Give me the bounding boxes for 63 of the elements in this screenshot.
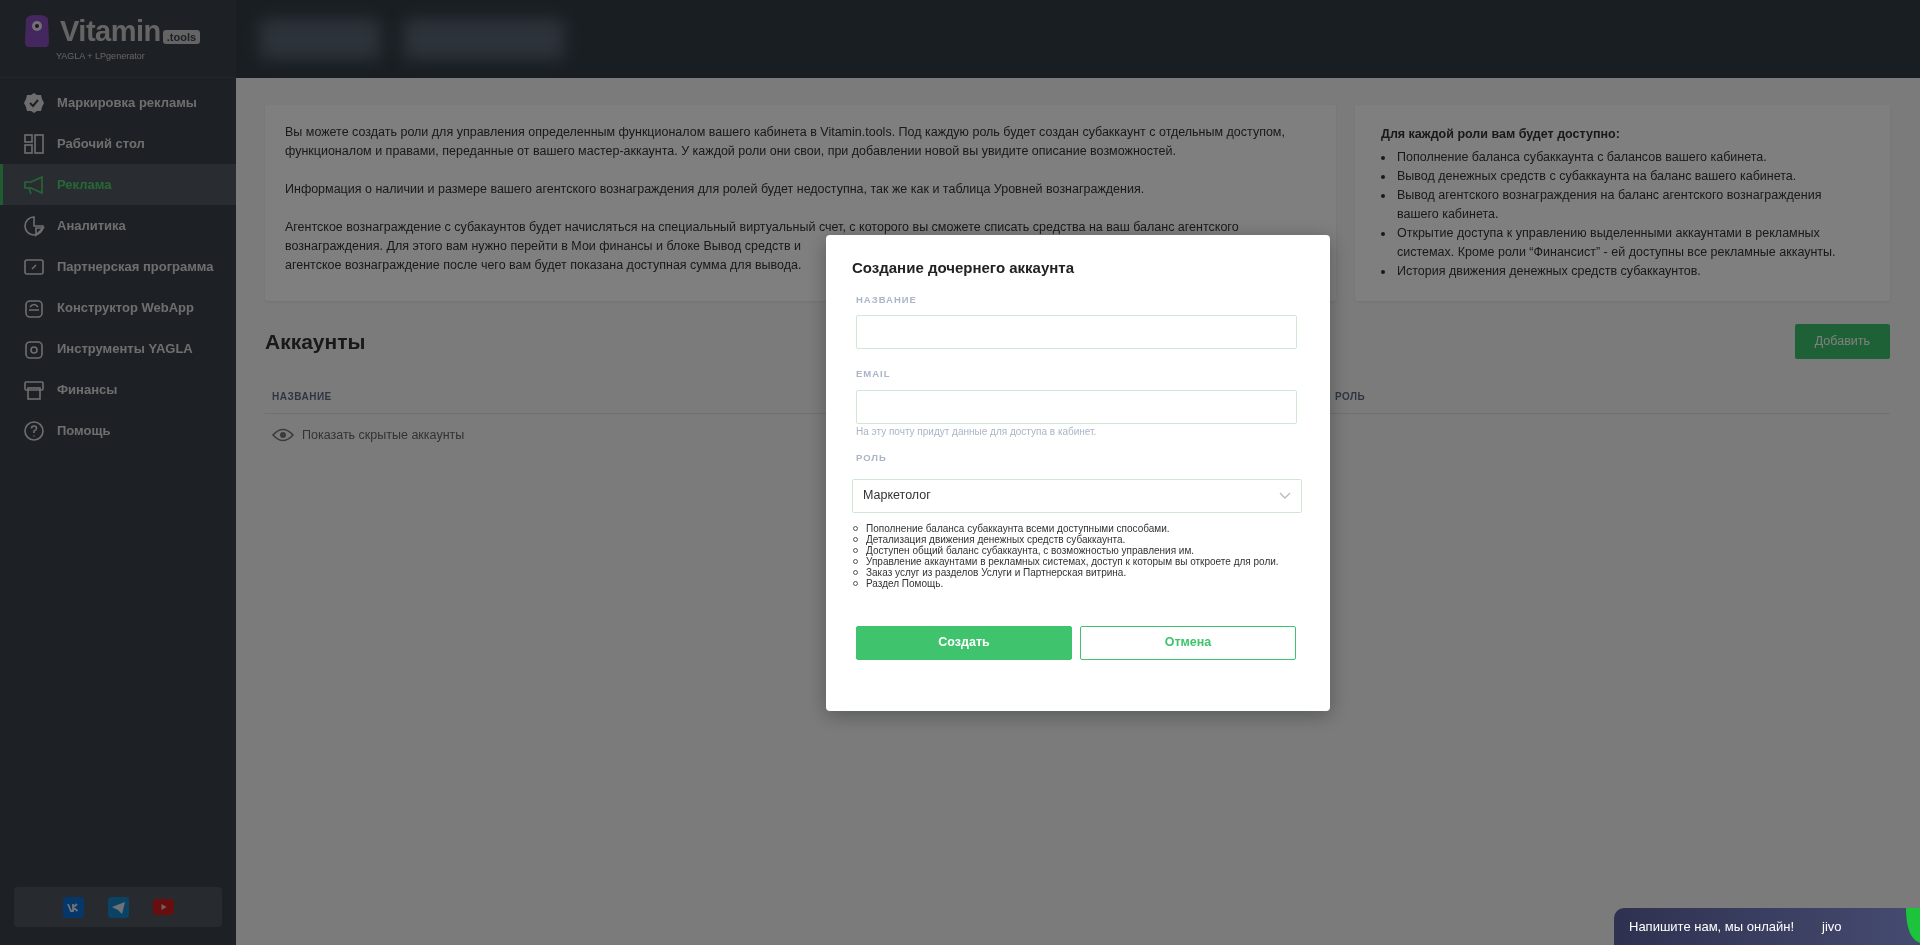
printer-icon [23, 378, 45, 401]
badge-check-icon [23, 91, 45, 114]
role-feature: Пополнение баланса субаккаунта всеми доступными способами. [866, 522, 1170, 534]
field-label: РОЛЬ [856, 450, 888, 465]
role-benefit: Пополнение баланса субаккаунта с балансов вашего кабинета. [1397, 149, 1768, 166]
info-paragraph: агентское вознаграждение после чего вам будет показана доступная сумма для вывода. [285, 257, 802, 274]
cancel-button[interactable]: Отмена [1080, 625, 1296, 660]
role-benefit: Открытие доступа к управлению выделенными аккаунтами в рекламных системах. Кроме роли “Финансист” - ей доступны все рекламные аккаунты. [1397, 225, 1837, 261]
field-label: НАЗВАНИЕ [856, 293, 918, 307]
role-feature: Доступен общий баланс субаккаунта, с возможностью управления им. [866, 544, 1195, 556]
sidebar-item[interactable]: Аналитика [0, 205, 236, 246]
name-input-field[interactable] [856, 315, 1297, 350]
column-header: НАЗВАНИЕ [272, 389, 333, 404]
pie-chart-icon [23, 214, 45, 237]
sidebar-item[interactable]: Рабочий стол [0, 123, 236, 164]
show-hidden-link[interactable]: Показать скрытые аккаунты [272, 425, 465, 445]
bullet-icon [1381, 194, 1385, 198]
brand-name: Vitamin [60, 14, 161, 47]
sidebar-item[interactable]: Финансы [0, 369, 236, 410]
chevron-down-icon [1279, 492, 1291, 500]
role-benefit: Вывод денежных средств с субаккаунта на баланс вашего кабинета. [1397, 168, 1798, 185]
bullet-icon [1381, 156, 1385, 160]
youtube-icon[interactable] [152, 899, 174, 915]
field-label: EMAIL [856, 367, 892, 382]
role-benefit: Вывод агентского вознаграждения на баланс агентского вознаграждения вашего кабинета. [1397, 187, 1823, 223]
telegram-icon[interactable] [107, 896, 129, 918]
info-paragraph: Вы можете создать роли для управления определенным функционалом вашего кабинета в Vitamin.tools. Под каждую роль будет создан субаккаунт с отдельным доступом, функционалом и правами, переданные от вашего мастер-аккаунта. У каждой роли они свои, при добавлении новой вы увидите описание возможностей. [285, 124, 1286, 160]
field-hint: На эту почту придут данные для доступа в кабинет. [856, 424, 1098, 439]
modal-title: Создание дочернего аккаунта [852, 257, 1075, 278]
sidebar-item[interactable]: Маркировка рекламы [0, 82, 236, 123]
monster-logo-icon [22, 14, 52, 50]
bullet-icon [1381, 232, 1385, 236]
chat-brand: jivo [1822, 917, 1842, 936]
role-feature: Детализация движения денежных средств субаккаунта. [866, 533, 1126, 545]
roles-title: Для каждой роли вам будет доступно: [1381, 126, 1621, 143]
brand-tagline: YAGLA + LPgenerator [56, 50, 146, 63]
role-select[interactable]: Маркетолог [852, 478, 1302, 513]
megaphone-icon [23, 173, 45, 196]
create-button[interactable]: Создать [856, 625, 1072, 660]
role-feature: Управление аккаунтами в рекламных системах, доступ к которым вы откроете для роли. [866, 555, 1279, 567]
chat-widget[interactable]: Напишите нам, мы онлайн! jivo [1614, 908, 1920, 945]
sidebar-item[interactable]: Помощь [0, 410, 236, 451]
sidebar-item[interactable]: Инструменты YAGLA [0, 328, 236, 369]
sidebar-item[interactable]: Партнерская программа [0, 246, 236, 287]
email-input-field[interactable] [856, 389, 1297, 424]
section-title: Аккаунты [265, 328, 366, 355]
dashboard-icon [23, 132, 45, 155]
chat-text: Напишите нам, мы онлайн! [1629, 917, 1794, 936]
bullet-icon [1381, 175, 1385, 179]
eye-icon [272, 428, 294, 443]
add-button[interactable]: Добавить [1794, 324, 1890, 359]
info-paragraph: Информация о наличии и размере вашего агентского вознаграждения для ролей будет недоступна, так же как и таблица Уровней вознаграждения. [285, 181, 1146, 198]
bullet-icon [1381, 270, 1385, 274]
column-header: РОЛЬ [1335, 389, 1366, 404]
sidebar-item[interactable]: Реклама [0, 164, 236, 205]
vk-icon[interactable] [62, 896, 84, 918]
brand-badge: .tools [162, 29, 201, 44]
sidebar-item[interactable]: Конструктор WebApp [0, 287, 236, 328]
status-leaf-icon [1906, 908, 1920, 945]
help-icon [23, 419, 45, 442]
role-feature: Раздел Помощь. [866, 577, 944, 589]
role-benefit: История движения денежных средств субаккаунтов. [1397, 263, 1702, 280]
role-feature: Заказ услуг из разделов Услуги и Партнерская витрина. [866, 566, 1127, 578]
